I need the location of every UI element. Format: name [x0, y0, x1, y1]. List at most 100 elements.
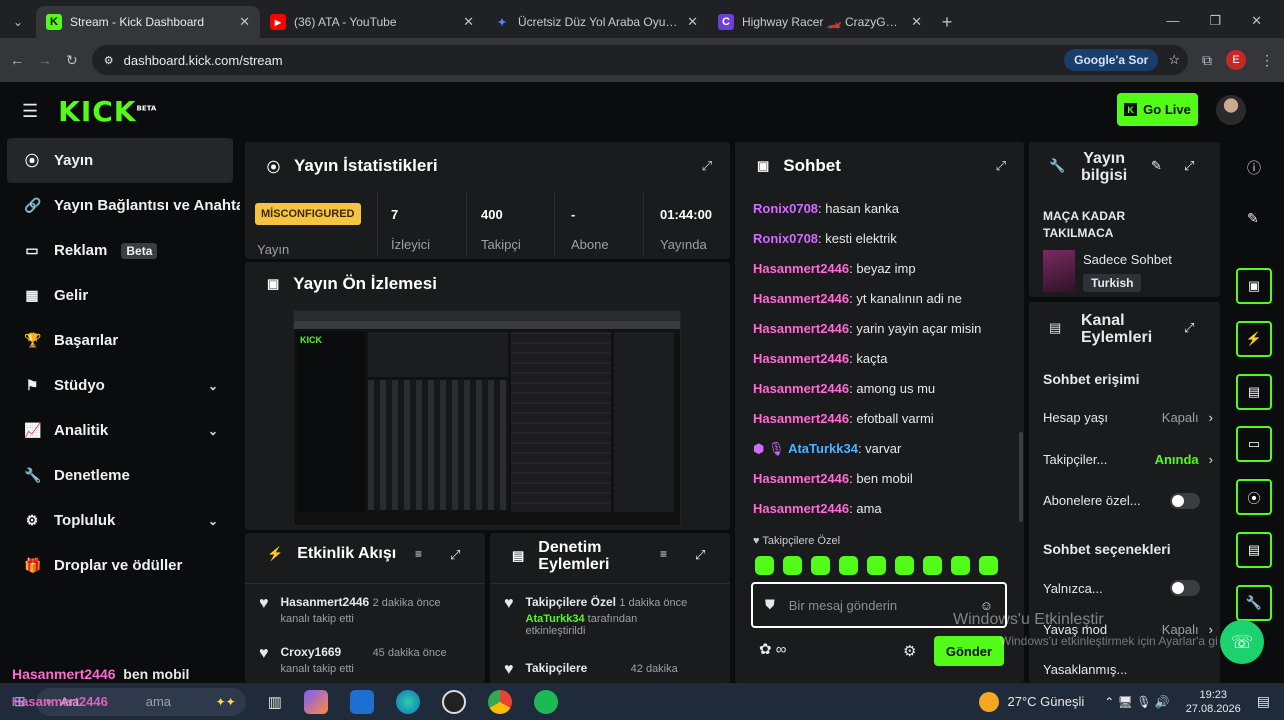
- tab-youtube[interactable]: ▶ (36) ATA - YouTube ✕: [260, 6, 484, 38]
- close-tab-icon[interactable]: ✕: [239, 14, 250, 30]
- edge-icon[interactable]: [395, 689, 420, 714]
- kick-logo[interactable]: KICKBETA: [58, 95, 156, 128]
- close-tab-icon[interactable]: ✕: [911, 14, 922, 30]
- sidebar-item-drops[interactable]: 🎁 Droplar ve ödüller: [0, 543, 240, 588]
- preview-toggle-button[interactable]: ▣: [1236, 268, 1272, 304]
- obs-icon[interactable]: [441, 689, 466, 714]
- stream-toggle-button[interactable]: ⦿: [1236, 479, 1272, 515]
- preview-video[interactable]: KICK: [293, 310, 681, 526]
- emote-icon[interactable]: [811, 556, 830, 575]
- ask-google-button[interactable]: Google'a Sor: [1064, 49, 1159, 71]
- browser-menu-icon[interactable]: ⋮: [1260, 52, 1274, 69]
- account-age-row[interactable]: Hesap yaşı Kapalı ›: [1043, 410, 1213, 425]
- sidebar-item-stream-key[interactable]: 🔗 Yayın Bağlantısı ve Anahtar: [0, 183, 240, 228]
- maximize-icon[interactable]: ❐: [1209, 13, 1221, 29]
- omnibox[interactable]: ⚙ dashboard.kick.com/stream Google'a Sor…: [91, 45, 1188, 75]
- tab-car-games[interactable]: ✦ Ücretsiz Düz Yol Araba Oyunları ✕: [484, 6, 708, 38]
- tab-highway-racer[interactable]: C Highway Racer 🏎️ CrazyGames ✕: [708, 6, 932, 38]
- emote-icon[interactable]: [839, 556, 858, 575]
- clock[interactable]: 19:23 27.08.2026: [1186, 688, 1241, 716]
- preview-icon: ▣: [267, 276, 280, 291]
- task-view-icon[interactable]: ▥: [268, 693, 282, 711]
- sidebar-item-ads[interactable]: ▭ Reklam Beta: [0, 228, 240, 273]
- close-tab-icon[interactable]: ✕: [463, 14, 474, 30]
- copilot-icon[interactable]: [303, 689, 328, 714]
- sidebar-item-community[interactable]: ⚙ Topluluk ⌄: [0, 498, 240, 543]
- taskbar-search[interactable]: ⌕ Ara Hasanmert2446 ama ✦✦: [12, 687, 246, 716]
- chrome-icon[interactable]: [487, 689, 512, 714]
- emote-icon[interactable]: [951, 556, 970, 575]
- expand-icon[interactable]: ⤢: [996, 158, 1006, 174]
- close-tab-icon[interactable]: ✕: [687, 14, 698, 30]
- wrench-icon: 🔧: [1049, 158, 1066, 173]
- emote-icon[interactable]: [783, 556, 802, 575]
- send-button[interactable]: Gönder: [934, 636, 1004, 666]
- emote-icon[interactable]: [979, 556, 998, 575]
- list-item: ♥ Hasanmert2446 2 dakika önce kanalı tak…: [259, 595, 441, 625]
- expand-icon[interactable]: ⤢: [702, 158, 712, 174]
- banned-row[interactable]: Yasaklanmış...: [1043, 662, 1127, 677]
- gift-icon[interactable]: ✿: [759, 641, 772, 658]
- activity-toggle-button[interactable]: ⚡: [1236, 321, 1272, 357]
- forward-icon[interactable]: →: [38, 52, 52, 68]
- mod-toggle-button[interactable]: ▤: [1236, 374, 1272, 410]
- emote-icon[interactable]: [755, 556, 774, 575]
- followers-value: 400: [481, 207, 503, 222]
- sidebar-item-achievements[interactable]: 🏆 Başarılar: [0, 318, 240, 363]
- chat-toggle-button[interactable]: ▭: [1236, 426, 1272, 462]
- chat-scrollbar[interactable]: [1019, 432, 1023, 522]
- bookmark-star-icon[interactable]: ☆: [1168, 52, 1180, 68]
- edit-layout-icon[interactable]: ✎: [1247, 210, 1259, 227]
- profile-avatar[interactable]: E: [1226, 50, 1246, 70]
- sidebar-item-analytics[interactable]: 📈 Analitik ⌄: [0, 408, 240, 453]
- hamburger-menu-icon[interactable]: ☰: [22, 101, 38, 122]
- filter-icon[interactable]: ≡: [415, 547, 422, 561]
- sidebar-item-moderation[interactable]: 🔧 Denetleme: [0, 453, 240, 498]
- back-icon[interactable]: ←: [10, 52, 24, 68]
- section-title: Sohbet seçenekleri: [1043, 541, 1171, 557]
- emote-icon[interactable]: [923, 556, 942, 575]
- mail-icon[interactable]: [349, 689, 374, 714]
- expand-icon[interactable]: ⤢: [695, 547, 705, 563]
- url-text: dashboard.kick.com/stream: [123, 52, 283, 68]
- close-window-icon[interactable]: ✕: [1251, 13, 1262, 29]
- stream-icon: ⦿: [267, 159, 281, 175]
- followers-label: Takipçi: [481, 237, 521, 252]
- sidebar-item-stream[interactable]: ⦿ Yayın: [7, 138, 233, 183]
- panel-title: Sohbet: [783, 156, 841, 175]
- followers-row[interactable]: Takipçiler... Anında ›: [1043, 452, 1213, 467]
- filter-icon[interactable]: ≡: [660, 547, 667, 561]
- spotify-icon[interactable]: [533, 689, 558, 714]
- channel-toggle-button[interactable]: ▤: [1236, 532, 1272, 568]
- expand-icon[interactable]: ⤢: [1184, 320, 1194, 336]
- expand-icon[interactable]: ⤢: [450, 547, 460, 563]
- info-icon[interactable]: ⓘ: [1247, 158, 1261, 178]
- support-chat-icon[interactable]: ☏: [1220, 620, 1264, 664]
- reload-icon[interactable]: ↻: [66, 52, 78, 69]
- notification-icon[interactable]: ▤: [1257, 693, 1270, 710]
- weather-sun-icon: [979, 691, 1000, 712]
- extensions-icon[interactable]: ⧉: [1202, 52, 1212, 69]
- sidebar-item-revenue[interactable]: ▦ Gelir: [0, 273, 240, 318]
- site-info-icon[interactable]: ⚙: [104, 54, 114, 67]
- user-avatar[interactable]: [1216, 95, 1246, 125]
- emote-icon[interactable]: [867, 556, 886, 575]
- subs-only-toggle[interactable]: [1170, 493, 1200, 509]
- settings-gear-icon[interactable]: ⚙: [903, 642, 916, 660]
- shield-icon[interactable]: ⛊: [765, 597, 775, 613]
- info-toggle-button[interactable]: 🔧: [1236, 585, 1272, 621]
- tab-search-icon[interactable]: ⌄: [0, 6, 36, 38]
- new-tab-button[interactable]: +: [932, 6, 962, 38]
- infinity-icon[interactable]: ∞: [776, 641, 787, 658]
- weather-text[interactable]: 27°C Güneşli: [1007, 694, 1084, 709]
- tray-icons[interactable]: ⌃ 🖥 🎙 🔊: [1104, 695, 1169, 709]
- go-live-button[interactable]: K Go Live: [1117, 93, 1198, 126]
- tab-kick-dashboard[interactable]: K Stream - Kick Dashboard ✕: [36, 6, 260, 38]
- minimize-icon[interactable]: —: [1166, 13, 1179, 29]
- emote-icon[interactable]: [895, 556, 914, 575]
- edit-icon[interactable]: ✎: [1151, 158, 1162, 174]
- sidebar-item-studio[interactable]: ⚑ Stüdyo ⌄: [0, 363, 240, 408]
- channel-icon: ▤: [1049, 320, 1062, 335]
- expand-icon[interactable]: ⤢: [1184, 158, 1194, 174]
- only-toggle[interactable]: [1170, 580, 1200, 596]
